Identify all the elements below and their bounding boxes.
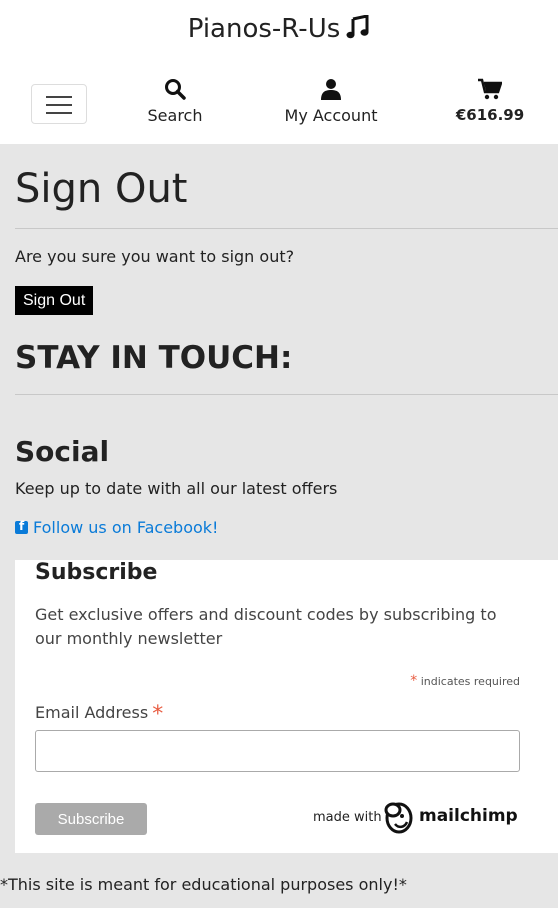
required-note-text: indicates required xyxy=(420,675,520,688)
subscribe-button[interactable]: Subscribe xyxy=(35,803,147,835)
hamburger-line xyxy=(46,104,72,106)
mailchimp-logo-icon xyxy=(384,802,413,834)
subscribe-form: Subscribe Get exclusive offers and disco… xyxy=(15,560,558,853)
mailchimp-wordmark: mailchimp xyxy=(419,806,518,826)
signout-question: Are you sure you want to sign out? xyxy=(15,247,295,266)
subscribe-heading: Subscribe xyxy=(35,560,158,585)
social-heading: Social xyxy=(15,435,110,468)
footer-note: *This site is meant for educational purp… xyxy=(0,875,407,894)
email-field[interactable] xyxy=(35,730,520,772)
email-label-text: Email Address xyxy=(35,703,149,722)
divider xyxy=(15,394,558,395)
required-asterisk: * xyxy=(410,673,418,689)
divider xyxy=(15,228,558,229)
brand-name[interactable]: Pianos-R-Us xyxy=(188,14,341,44)
user-icon xyxy=(321,79,341,100)
subscribe-description: Get exclusive offers and discount codes … xyxy=(35,605,497,648)
top-bar: Pianos-R-Us Search My Account €616.99 xyxy=(0,0,558,144)
email-label: Email Address * xyxy=(35,702,163,727)
music-note-icon xyxy=(346,14,370,46)
stay-in-touch-heading: STAY IN TOUCH: xyxy=(15,340,293,376)
social-text: Keep up to date with all our latest offe… xyxy=(15,479,338,498)
brand-logo[interactable]: Pianos-R-Us xyxy=(0,14,558,46)
nav-cart[interactable]: €616.99 xyxy=(450,78,530,124)
cart-total: €616.99 xyxy=(455,106,525,124)
cart-icon xyxy=(478,78,503,100)
nav-search-label: Search xyxy=(147,106,203,125)
facebook-icon xyxy=(15,519,28,534)
facebook-link[interactable]: Follow us on Facebook! xyxy=(15,518,218,537)
made-with-text: made with xyxy=(313,810,382,825)
nav-account-label: My Account xyxy=(284,106,378,125)
nav-my-account[interactable]: My Account xyxy=(276,78,386,125)
hamburger-line xyxy=(46,112,72,114)
hamburger-line xyxy=(46,96,72,98)
menu-toggle-button[interactable] xyxy=(31,84,87,124)
sign-out-button[interactable]: Sign Out xyxy=(15,286,94,315)
search-icon xyxy=(165,79,186,100)
facebook-link-label[interactable]: Follow us on Facebook! xyxy=(33,518,218,537)
page-title: Sign Out xyxy=(15,166,188,212)
nav-search[interactable]: Search xyxy=(140,78,210,125)
required-note: * indicates required xyxy=(410,673,520,689)
required-asterisk: * xyxy=(152,702,164,727)
